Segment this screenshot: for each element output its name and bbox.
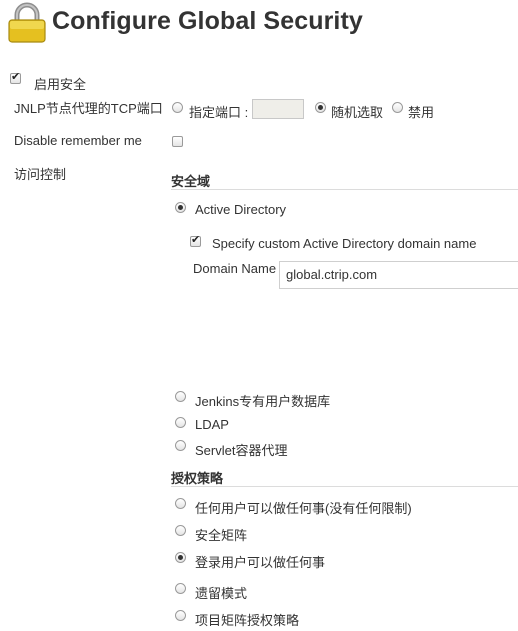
realm-servlet-radio[interactable]	[175, 440, 186, 451]
enable-security-label: 启用安全	[34, 77, 87, 92]
disable-remember-me-label: Disable remember me	[14, 133, 142, 148]
auth-logged-in-radio[interactable]	[175, 552, 186, 563]
auth-matrix-label: 安全矩阵	[195, 528, 248, 543]
security-realm-title: 安全域	[171, 174, 211, 189]
realm-jenkins-db-radio[interactable]	[175, 391, 186, 402]
realm-active-directory-radio[interactable]	[175, 202, 186, 213]
realm-active-directory-label: Active Directory	[195, 202, 287, 217]
jnlp-fixed-port-label: 指定端口 :	[189, 105, 249, 120]
enable-security-checkbox[interactable]	[10, 70, 21, 84]
access-control-label: 访问控制	[14, 167, 67, 182]
jnlp-port-label: JNLP节点代理的TCP端口	[14, 101, 163, 116]
auth-matrix-radio[interactable]	[175, 525, 186, 536]
page-title: Configure Global Security	[52, 7, 363, 35]
lock-icon	[6, 2, 48, 44]
realm-ldap-radio[interactable]	[175, 417, 186, 428]
realm-servlet-label: Servlet容器代理	[195, 443, 288, 458]
disable-remember-me-checkbox[interactable]	[172, 136, 183, 147]
security-realm-divider	[171, 189, 518, 190]
jnlp-random-label: 随机选取	[331, 105, 384, 120]
auth-legacy-label: 遗留模式	[195, 586, 248, 601]
realm-ldap-label: LDAP	[195, 417, 229, 432]
custom-domain-checkbox[interactable]	[190, 233, 201, 247]
auth-anyone-label: 任何用户可以做任何事(没有任何限制)	[195, 501, 412, 516]
auth-anyone-radio[interactable]	[175, 498, 186, 509]
jnlp-port-input[interactable]	[252, 99, 304, 119]
jnlp-random-radio[interactable]	[315, 102, 326, 113]
jnlp-disable-label: 禁用	[408, 105, 435, 120]
auth-project-matrix-label: 项目矩阵授权策略	[195, 613, 300, 628]
auth-legacy-radio[interactable]	[175, 583, 186, 594]
jnlp-fixed-port-radio[interactable]	[172, 102, 183, 113]
realm-jenkins-db-label: Jenkins专有用户数据库	[195, 394, 331, 409]
jnlp-disable-radio[interactable]	[392, 102, 403, 113]
auth-project-matrix-radio[interactable]	[175, 610, 186, 621]
domain-name-field[interactable]: global.ctrip.com	[279, 261, 518, 289]
domain-name-label: Domain Name	[193, 261, 277, 276]
auth-logged-in-label: 登录用户可以做任何事	[195, 555, 326, 570]
custom-domain-label: Specify custom Active Directory domain n…	[212, 236, 477, 251]
authorization-title: 授权策略	[171, 471, 224, 486]
authorization-divider	[171, 486, 518, 487]
